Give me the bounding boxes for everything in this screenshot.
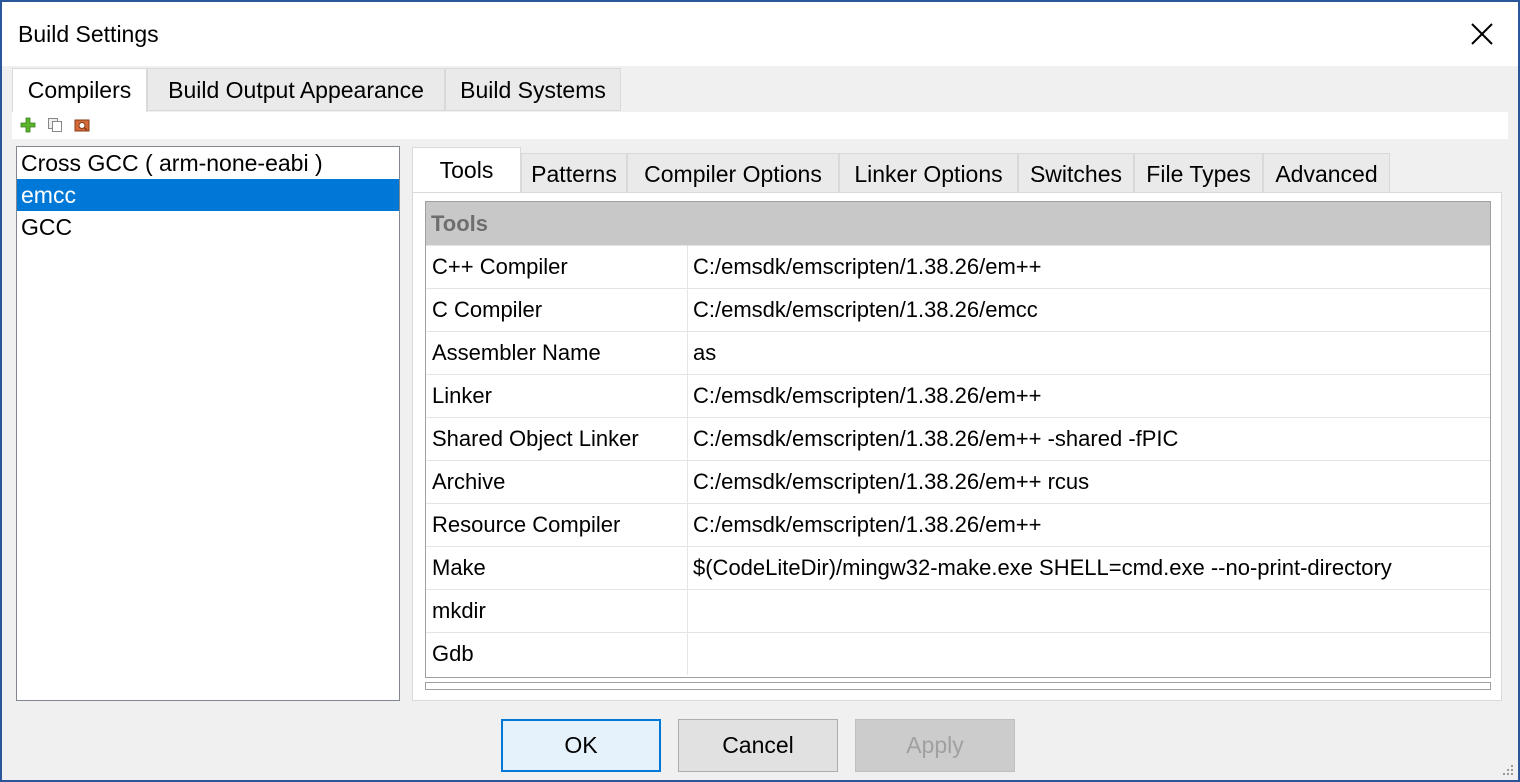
property-name: Assembler Name bbox=[426, 332, 688, 374]
compiler-toolbar bbox=[12, 112, 1508, 139]
property-value[interactable] bbox=[688, 590, 1490, 632]
find-icon[interactable] bbox=[74, 117, 90, 133]
tab-advanced[interactable]: Advanced bbox=[1263, 153, 1390, 193]
window-title: Build Settings bbox=[18, 21, 159, 47]
property-value[interactable]: C:/emsdk/emscripten/1.38.26/em++ bbox=[688, 246, 1490, 288]
title-bar: Build Settings bbox=[2, 2, 1518, 66]
table-row[interactable]: Shared Object Linker C:/emsdk/emscripten… bbox=[426, 417, 1490, 460]
apply-button[interactable]: Apply bbox=[855, 719, 1015, 772]
cancel-button[interactable]: Cancel bbox=[678, 719, 838, 772]
table-row[interactable]: Assembler Name as bbox=[426, 331, 1490, 374]
table-row[interactable]: Make $(CodeLiteDir)/mingw32-make.exe SHE… bbox=[426, 546, 1490, 589]
compiler-list[interactable]: Cross GCC ( arm-none-eabi ) emcc GCC bbox=[16, 146, 400, 701]
settings-tab-bar: Tools Patterns Compiler Options Linker O… bbox=[412, 147, 1502, 194]
tools-panel: Tools C++ Compiler C:/emsdk/emscripten/1… bbox=[412, 192, 1502, 701]
tools-property-grid[interactable]: Tools C++ Compiler C:/emsdk/emscripten/1… bbox=[425, 201, 1491, 678]
list-item[interactable]: Cross GCC ( arm-none-eabi ) bbox=[17, 147, 399, 179]
property-name: Linker bbox=[426, 375, 688, 417]
table-row[interactable]: Linker C:/emsdk/emscripten/1.38.26/em++ bbox=[426, 374, 1490, 417]
tab-switches[interactable]: Switches bbox=[1018, 153, 1134, 193]
close-icon bbox=[1471, 23, 1493, 45]
table-row[interactable]: Resource Compiler C:/emsdk/emscripten/1.… bbox=[426, 503, 1490, 546]
property-value[interactable]: C:/emsdk/emscripten/1.38.26/em++ -shared… bbox=[688, 418, 1490, 460]
property-name: mkdir bbox=[426, 590, 688, 632]
tab-compiler-options[interactable]: Compiler Options bbox=[627, 153, 839, 193]
table-row[interactable]: Archive C:/emsdk/emscripten/1.38.26/em++… bbox=[426, 460, 1490, 503]
tab-file-types[interactable]: File Types bbox=[1134, 153, 1263, 193]
table-row[interactable]: C Compiler C:/emsdk/emscripten/1.38.26/e… bbox=[426, 288, 1490, 331]
add-icon[interactable] bbox=[20, 117, 36, 133]
tab-tools[interactable]: Tools bbox=[412, 147, 521, 194]
tab-compilers[interactable]: Compilers bbox=[12, 68, 147, 113]
property-description-box bbox=[425, 682, 1491, 690]
tab-linker-options[interactable]: Linker Options bbox=[839, 153, 1018, 193]
property-name: Resource Compiler bbox=[426, 504, 688, 546]
property-value[interactable] bbox=[688, 633, 1490, 675]
property-name: C Compiler bbox=[426, 289, 688, 331]
property-value[interactable]: $(CodeLiteDir)/mingw32-make.exe SHELL=cm… bbox=[688, 547, 1490, 589]
tab-build-output-appearance[interactable]: Build Output Appearance bbox=[147, 68, 445, 111]
resize-grip-icon[interactable] bbox=[1500, 762, 1514, 776]
close-button[interactable] bbox=[1446, 2, 1518, 66]
property-value[interactable]: C:/emsdk/emscripten/1.38.26/em++ bbox=[688, 375, 1490, 417]
top-tab-bar: Compilers Build Output Appearance Build … bbox=[12, 68, 1508, 113]
table-row[interactable]: C++ Compiler C:/emsdk/emscripten/1.38.26… bbox=[426, 245, 1490, 288]
property-name: Shared Object Linker bbox=[426, 418, 688, 460]
property-name: Gdb bbox=[426, 633, 688, 675]
property-value[interactable]: C:/emsdk/emscripten/1.38.26/emcc bbox=[688, 289, 1490, 331]
list-item[interactable]: emcc bbox=[17, 179, 399, 211]
table-row[interactable]: Gdb bbox=[426, 632, 1490, 675]
property-name: Archive bbox=[426, 461, 688, 503]
copy-icon[interactable] bbox=[47, 117, 63, 133]
ok-button[interactable]: OK bbox=[501, 719, 661, 772]
grid-category-tools: Tools bbox=[426, 202, 1490, 245]
list-item[interactable]: GCC bbox=[17, 211, 399, 243]
property-name: C++ Compiler bbox=[426, 246, 688, 288]
table-row[interactable]: mkdir bbox=[426, 589, 1490, 632]
tab-patterns[interactable]: Patterns bbox=[521, 153, 627, 193]
property-value[interactable]: C:/emsdk/emscripten/1.38.26/em++ bbox=[688, 504, 1490, 546]
tab-build-systems[interactable]: Build Systems bbox=[445, 68, 621, 111]
property-value[interactable]: C:/emsdk/emscripten/1.38.26/em++ rcus bbox=[688, 461, 1490, 503]
property-name: Make bbox=[426, 547, 688, 589]
property-value[interactable]: as bbox=[688, 332, 1490, 374]
build-settings-dialog: Build Settings Compilers Build Output Ap… bbox=[0, 0, 1520, 782]
